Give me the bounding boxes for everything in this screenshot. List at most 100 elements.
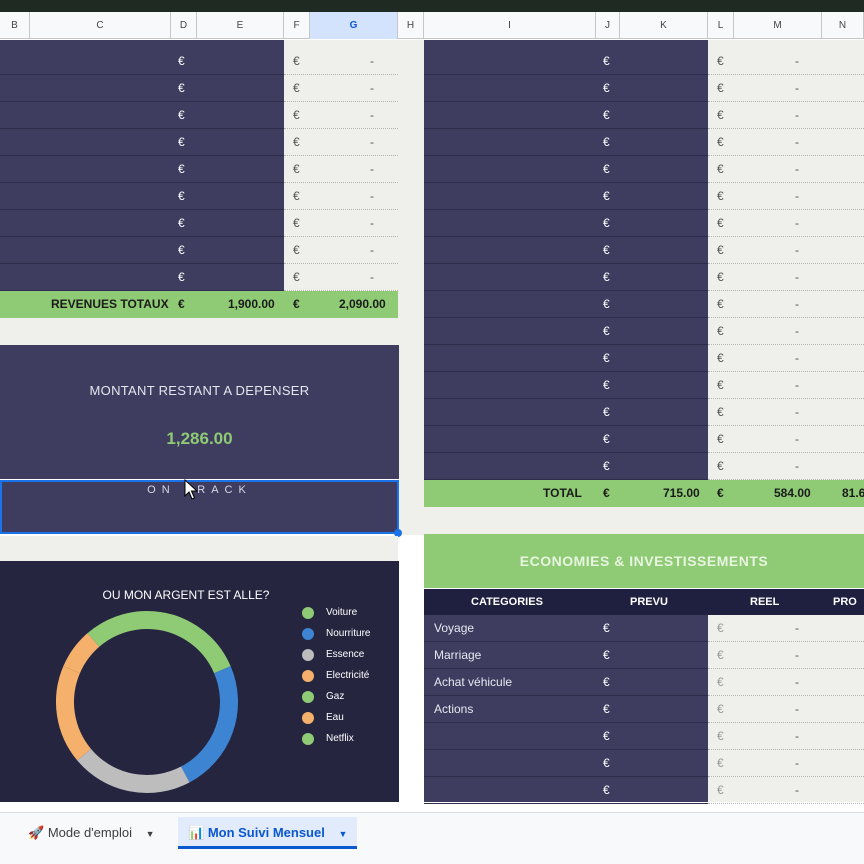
remaining-budget-card[interactable]: MONTANT RESTANT A DEPENSER 1,286.00 (0, 345, 399, 479)
row-divider (0, 182, 284, 183)
row-divider (708, 209, 864, 210)
header-categories: CATEGORIES (471, 596, 543, 608)
currency-symbol: € (178, 108, 185, 122)
donut-slice-essence[interactable] (77, 748, 190, 793)
column-header-e[interactable]: E (197, 12, 284, 39)
row-divider (284, 209, 398, 210)
donut-slice-netflix[interactable] (87, 611, 148, 647)
legend-swatch (302, 670, 314, 682)
expenses-total-label: TOTAL (543, 486, 582, 500)
currency-symbol: € (603, 243, 610, 257)
empty-value: - (370, 162, 374, 176)
donut-slice-voiture[interactable] (146, 611, 231, 674)
economies-category[interactable]: Voyage (434, 615, 474, 642)
legend-label: Essence (326, 649, 365, 660)
currency-symbol: € (603, 216, 610, 230)
currency-symbol: € (717, 81, 724, 95)
donut-slice-electricité[interactable] (56, 666, 92, 761)
currency-symbol: € (603, 675, 610, 689)
currency-symbol: € (293, 162, 300, 176)
row-divider (424, 425, 708, 426)
column-header-n[interactable]: N (822, 12, 864, 39)
chevron-down-icon[interactable]: ▼ (146, 818, 155, 850)
tab-mode-emploi[interactable]: 🚀 Mode d'emploi ▼ (18, 817, 165, 849)
currency-symbol: € (603, 297, 610, 311)
currency-symbol: € (293, 135, 300, 149)
currency-symbol: € (603, 783, 610, 797)
row-divider (708, 290, 864, 291)
column-header-f[interactable]: F (284, 12, 310, 39)
currency-symbol: € (178, 270, 185, 284)
rocket-icon: 🚀 (28, 825, 45, 840)
column-header-d[interactable]: D (171, 12, 197, 39)
column-header-l[interactable]: L (708, 12, 734, 39)
row-divider (0, 155, 284, 156)
tab-label: Mode d'emploi (47, 825, 132, 840)
row-divider (0, 290, 284, 291)
currency-symbol: € (603, 702, 610, 716)
row-divider (708, 722, 864, 723)
legend-swatch (302, 628, 314, 640)
spacer-column-h (398, 40, 424, 535)
column-header-g[interactable]: G (310, 12, 398, 39)
currency-symbol: € (717, 324, 724, 338)
chevron-down-icon[interactable]: ▼ (338, 818, 347, 850)
currency-symbol: € (178, 189, 185, 203)
column-header-m[interactable]: M (734, 12, 822, 39)
empty-value: - (795, 729, 799, 743)
currency-symbol: € (717, 243, 724, 257)
currency-symbol: € (717, 756, 724, 770)
row-divider (0, 74, 284, 75)
remaining-title: MONTANT RESTANT A DEPENSER (89, 383, 310, 398)
column-header-j[interactable]: J (596, 12, 620, 39)
currency-symbol: € (717, 405, 724, 419)
expenses-total-prevu: 715.00 (663, 486, 700, 500)
currency-symbol: € (717, 675, 724, 689)
currency-symbol: € (603, 648, 610, 662)
status-cell-selected[interactable]: ON TRACK (0, 480, 399, 534)
currency-symbol: € (717, 459, 724, 473)
revenus-real-block (284, 40, 398, 290)
empty-value: - (795, 162, 799, 176)
currency-symbol: € (603, 621, 610, 635)
economies-category[interactable]: Achat véhicule (434, 669, 512, 696)
currency-symbol: € (178, 297, 185, 311)
column-header-h[interactable]: H (398, 12, 424, 39)
donut-slice-eau[interactable] (63, 633, 100, 674)
economies-category[interactable]: Marriage (434, 642, 481, 669)
column-header-b[interactable]: B (0, 12, 30, 39)
tab-mon-suivi-mensuel[interactable]: 📊 Mon Suivi Mensuel ▼ (178, 817, 358, 850)
expenses-total-extra: 81.6 (842, 486, 864, 500)
spending-chart[interactable]: OU MON ARGENT EST ALLE? Voiture Nourritur… (0, 561, 399, 802)
currency-symbol: € (293, 81, 300, 95)
blank-row (0, 536, 398, 561)
row-divider (708, 452, 864, 453)
row-divider (708, 371, 864, 372)
empty-value: - (795, 243, 799, 257)
empty-value: - (370, 81, 374, 95)
blank-row (0, 318, 398, 345)
legend-swatch (302, 733, 314, 745)
column-header-c[interactable]: C (30, 12, 171, 39)
legend-swatch (302, 691, 314, 703)
empty-value: - (795, 54, 799, 68)
status-text: ON TRACK (147, 484, 252, 496)
column-header-i[interactable]: I (424, 12, 596, 39)
empty-value: - (795, 81, 799, 95)
row-divider (708, 74, 864, 75)
empty-value: - (370, 216, 374, 230)
currency-symbol: € (717, 729, 724, 743)
row-divider (708, 398, 864, 399)
currency-symbol: € (293, 270, 300, 284)
row-divider (424, 398, 708, 399)
legend-swatch (302, 649, 314, 661)
donut-slice-nourriture[interactable] (180, 666, 238, 783)
row-divider (424, 776, 708, 777)
row-divider (708, 101, 864, 102)
economies-category[interactable]: Actions (434, 696, 473, 723)
revenus-total-label: REVENUES TOTAUX (51, 297, 169, 311)
column-header-k[interactable]: K (620, 12, 708, 39)
row-divider (284, 128, 398, 129)
row-divider (424, 101, 708, 102)
row-divider (708, 155, 864, 156)
